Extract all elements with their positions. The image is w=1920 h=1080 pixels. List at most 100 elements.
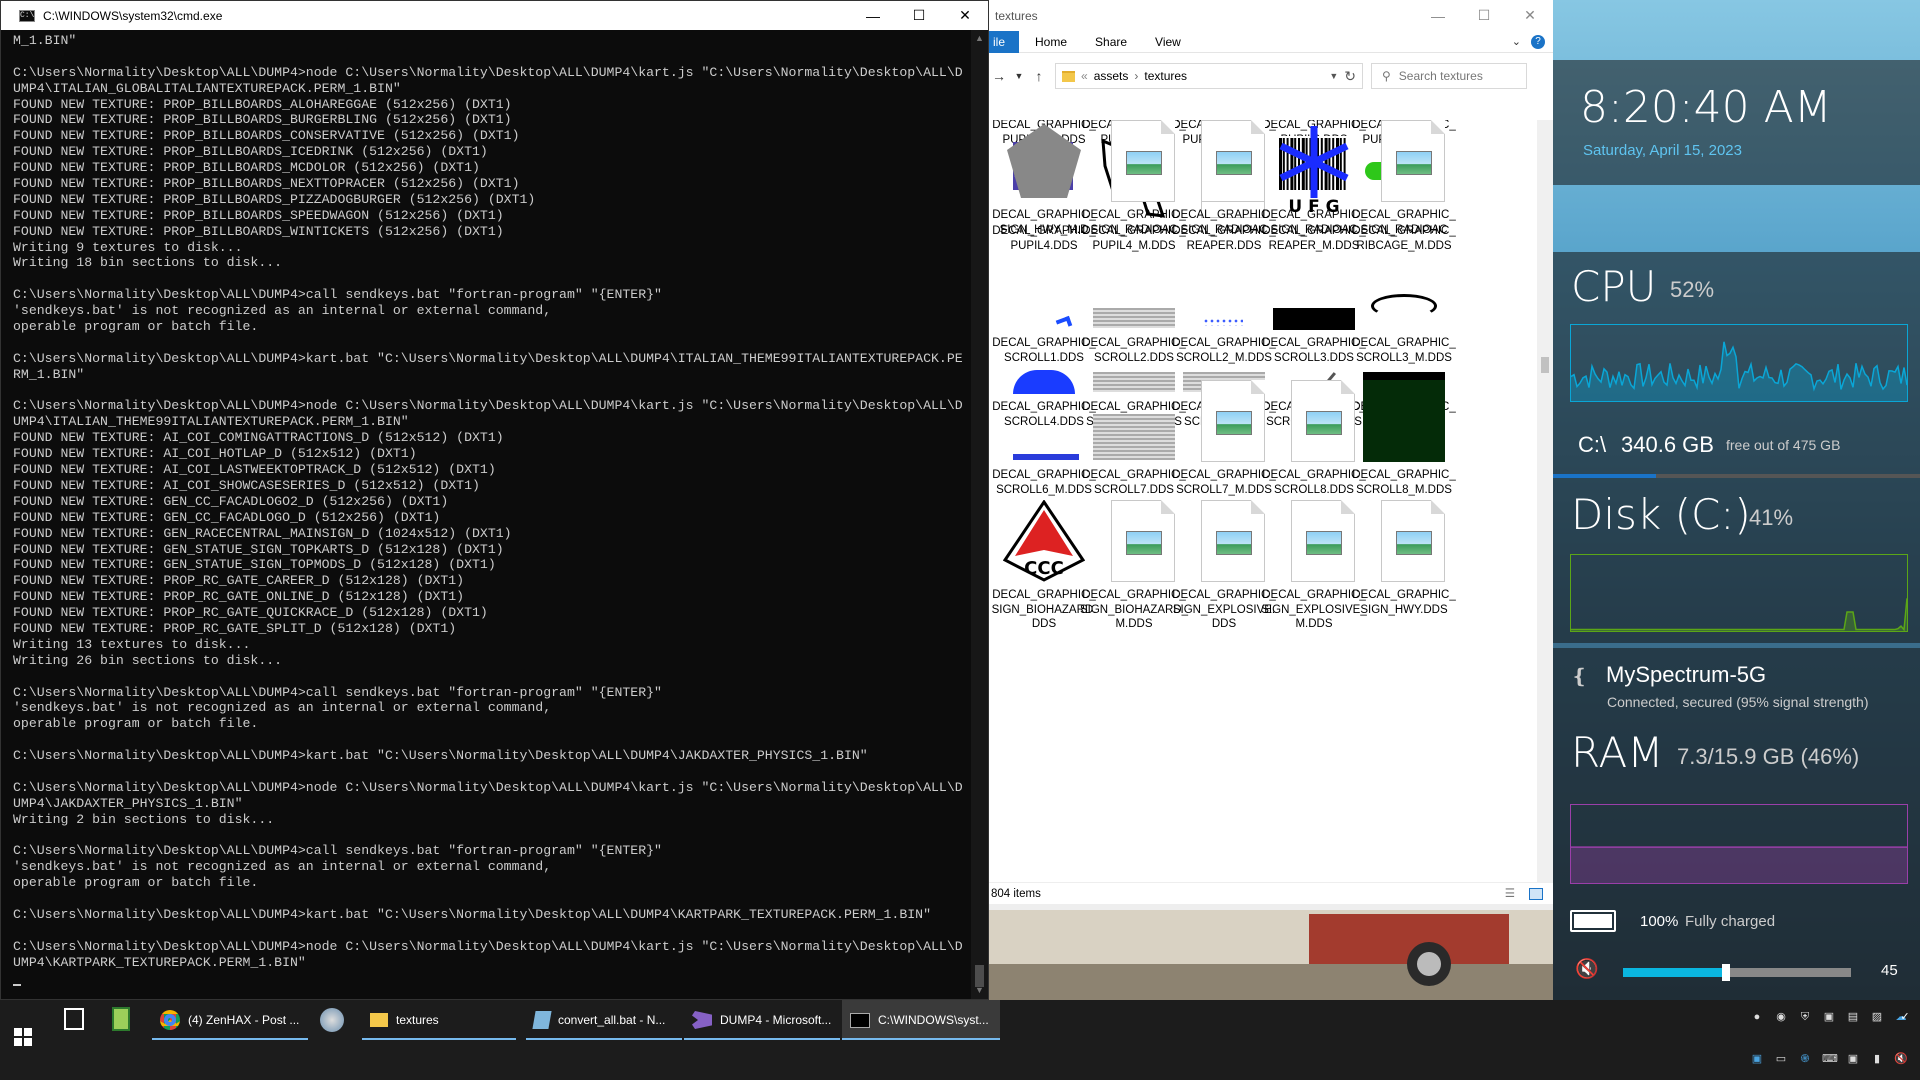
bluetooth-icon[interactable]: ֍ xyxy=(1798,1052,1812,1066)
scrollbar-thumb[interactable] xyxy=(1541,357,1549,373)
file-thumbnail-icon xyxy=(1273,120,1355,202)
volume-slider[interactable] xyxy=(1623,964,1851,981)
taskbar-item-chrome[interactable]: (4) ZenHAX - Post ... xyxy=(152,1000,308,1040)
close-button[interactable]: ✕ xyxy=(1507,1,1553,30)
background-photo xyxy=(989,904,1553,1000)
search-box[interactable]: ⚲ Search textures xyxy=(1371,63,1527,89)
details-view-icon[interactable]: ☰ xyxy=(1505,883,1515,905)
refresh-icon[interactable]: ↻ xyxy=(1344,68,1356,85)
tab-home[interactable]: Home xyxy=(1019,35,1081,49)
taskbar-item-explorer[interactable]: textures xyxy=(362,1000,516,1040)
display-icon[interactable]: ▭ xyxy=(1774,1052,1788,1066)
remote-icon[interactable]: ▣ xyxy=(1846,1052,1860,1066)
cpu-widget: CPU 52% xyxy=(1553,252,1920,414)
console-line: FOUND NEW TEXTURE: AI_COI_LASTWEEKTOPTRA… xyxy=(13,462,496,478)
console-line: Writing 13 textures to disk... xyxy=(13,636,251,652)
console-line: FOUND NEW TEXTURE: GEN_CC_FACADLOGO_D (5… xyxy=(13,509,441,525)
wifi-icon: ❴ xyxy=(1571,666,1588,688)
minimize-button[interactable]: — xyxy=(850,1,896,30)
file-thumbnail-icon xyxy=(1183,500,1265,582)
console-line: FOUND NEW TEXTURE: PROP_BILLBOARDS_BURGE… xyxy=(13,112,512,128)
console-line: UMP4\ITALIAN_GLOBALITALIANTEXTUREPACK.PE… xyxy=(13,80,401,96)
taskbar-item-cmd[interactable]: C:\WINDOWS\syst... xyxy=(842,1000,1000,1040)
tab-file[interactable]: ile xyxy=(989,30,1019,53)
explorer-window[interactable]: textures — ☐ ✕ ile Home Share View ⌄ ? →… xyxy=(989,0,1553,1000)
file-grid[interactable]: DECAL_GRAPHIC_PUPIL1_M.DDSDECAL_GRAPHIC_… xyxy=(989,120,1537,882)
console-line: FOUND NEW TEXTURE: PROP_BILLBOARDS_ICEDR… xyxy=(13,144,488,160)
large-icons-view-icon[interactable] xyxy=(1529,888,1543,900)
console-line: FOUND NEW TEXTURE: PROP_RC_GATE_SPLIT_D … xyxy=(13,620,457,636)
console-output[interactable]: M_1.BIN" C:\Users\Normality\Desktop\ALL\D… xyxy=(1,30,971,999)
network-off-icon[interactable]: ▨ xyxy=(1870,1010,1884,1024)
taskbar-item-label: textures xyxy=(396,1013,439,1027)
keyboard-icon[interactable]: ⌨ xyxy=(1822,1052,1838,1066)
console-line: operable program or batch file. xyxy=(13,716,259,732)
path-overflow-icon[interactable]: « xyxy=(1081,69,1088,83)
explorer-titlebar[interactable]: textures — ☐ ✕ xyxy=(989,0,1553,31)
cmd-window[interactable]: C:\ C:\WINDOWS\system32\cmd.exe — ☐ ✕ M_… xyxy=(0,0,989,1000)
forward-icon[interactable]: → xyxy=(989,68,1009,84)
notes-app-icon[interactable] xyxy=(112,1007,130,1031)
maximize-button[interactable]: ☐ xyxy=(896,1,942,30)
folder-icon xyxy=(1062,70,1075,82)
console-line: FOUND NEW TEXTURE: GEN_CC_FACADLOGO2_D (… xyxy=(13,493,449,509)
vintage-car-illustration xyxy=(989,904,1553,1000)
console-line: Writing 18 bin sections to disk... xyxy=(13,255,283,271)
ram-value: 7.3/15.9 GB (46%) xyxy=(1677,744,1860,769)
console-scrollbar[interactable]: ▲ ▼ xyxy=(971,30,988,999)
explorer-scrollbar[interactable] xyxy=(1537,120,1553,882)
console-line: FOUND NEW TEXTURE: PROP_BILLBOARDS_NEXTT… xyxy=(13,176,520,192)
battery-tray-icon[interactable]: ▮ xyxy=(1870,1052,1884,1066)
news-app-icon[interactable] xyxy=(64,1008,84,1030)
start-windows-icon[interactable] xyxy=(14,1028,32,1046)
address-bar-row: → ▼ ↑ « assets › textures ▼ ↻ ⚲ Search t… xyxy=(989,53,1553,99)
cmd-titlebar[interactable]: C:\ C:\WINDOWS\system32\cmd.exe — ☐ ✕ xyxy=(1,1,988,30)
recent-locations-icon[interactable]: ▼ xyxy=(1009,71,1029,81)
minimize-button[interactable]: — xyxy=(1415,1,1461,30)
tray-drop-icon[interactable]: ● xyxy=(1750,1010,1764,1024)
address-bar[interactable]: « assets › textures ▼ ↻ xyxy=(1055,63,1363,89)
app-tray-icon[interactable]: ▣ xyxy=(1750,1052,1764,1066)
console-line: FOUND NEW TEXTURE: PROP_BILLBOARDS_PIZZA… xyxy=(13,191,536,207)
folder-icon xyxy=(370,1013,388,1027)
help-icon[interactable]: ? xyxy=(1531,34,1545,49)
taskbar-item-label: C:\WINDOWS\syst... xyxy=(878,1013,989,1027)
file-thumbnail-icon xyxy=(1363,380,1445,462)
expand-ribbon-icon[interactable]: ⌄ xyxy=(1512,35,1521,48)
discord-icon[interactable]: ◉ xyxy=(1774,1010,1788,1024)
cmd-title: C:\WINDOWS\system32\cmd.exe xyxy=(43,8,223,23)
path-dropdown-icon[interactable]: ▼ xyxy=(1329,71,1338,81)
usb-icon[interactable]: ▣ xyxy=(1822,1010,1836,1024)
file-thumbnail-icon xyxy=(1363,120,1445,202)
disk-space-widget: C:\ 340.6 GB free out of 475 GB xyxy=(1553,414,1920,478)
mute-icon[interactable]: 🔇 xyxy=(1575,957,1599,981)
console-line: FOUND NEW TEXTURE: PROP_BILLBOARDS_WINTI… xyxy=(13,223,504,239)
security-icon[interactable]: ✓ xyxy=(1898,1010,1912,1024)
clock-time: 8:20:40 AM xyxy=(1580,82,1832,133)
console-line: C:\Users\Normality\Desktop\ALL\DUMP4>nod… xyxy=(13,64,963,80)
tab-share[interactable]: Share xyxy=(1081,35,1141,49)
taskbar-item-notepad[interactable]: convert_all.bat - N... xyxy=(526,1000,682,1040)
close-button[interactable]: ✕ xyxy=(942,1,988,30)
wifi-name: MySpectrum-5G xyxy=(1606,662,1767,687)
printer-icon[interactable]: ▤ xyxy=(1846,1010,1860,1024)
console-line: C:\Users\Normality\Desktop\ALL\DUMP4>kar… xyxy=(13,906,931,922)
taskbar-item-visual-studio[interactable]: DUMP4 - Microsoft... xyxy=(684,1000,840,1040)
shield-icon[interactable]: ⛨ xyxy=(1798,1010,1812,1024)
scroll-down-icon[interactable]: ▼ xyxy=(971,982,988,999)
notepad-icon xyxy=(532,1011,552,1029)
tab-view[interactable]: View xyxy=(1141,35,1195,49)
up-icon[interactable]: ↑ xyxy=(1029,68,1049,84)
text-cursor xyxy=(13,984,21,987)
battery-status: Fully charged xyxy=(1685,913,1776,930)
maximize-button[interactable]: ☐ xyxy=(1461,1,1507,30)
console-line: FOUND NEW TEXTURE: GEN_STATUE_SIGN_TOPKA… xyxy=(13,541,504,557)
scroll-up-icon[interactable]: ▲ xyxy=(971,30,988,47)
volume-muted-icon[interactable]: 🔇 xyxy=(1894,1052,1908,1066)
volume-thumb[interactable] xyxy=(1721,964,1730,981)
breadcrumb-assets[interactable]: assets xyxy=(1094,69,1129,83)
file-name: DECAL_GRAPHIC_SIGN_RADIOAC xyxy=(1352,209,1456,236)
breadcrumb-textures[interactable]: textures xyxy=(1144,69,1323,83)
app-circle-icon[interactable] xyxy=(320,1008,344,1032)
